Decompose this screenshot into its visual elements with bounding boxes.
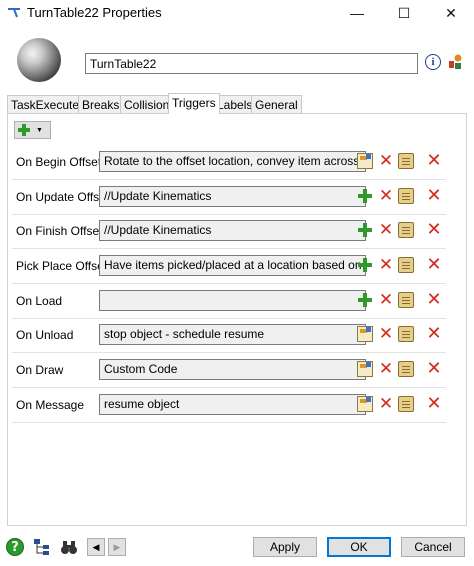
delete-icon[interactable]: ✕ — [378, 222, 394, 239]
binoculars-icon[interactable] — [60, 538, 78, 556]
code-edit-icon[interactable] — [398, 188, 414, 204]
minimize-button[interactable]: — — [334, 0, 380, 26]
object-preview-sphere — [17, 38, 61, 82]
remove-trigger-icon[interactable]: ✕ — [426, 395, 442, 413]
flexsim-app-icon — [8, 8, 20, 18]
add-icon[interactable] — [357, 292, 373, 308]
code-edit-icon[interactable] — [398, 257, 414, 273]
trigger-value-field[interactable] — [99, 290, 366, 311]
remove-trigger-icon[interactable]: ✕ — [426, 152, 442, 170]
trigger-label: On Draw — [16, 363, 64, 377]
tab-collision[interactable]: Collision — [120, 95, 174, 114]
tab-triggers[interactable]: Triggers — [168, 93, 220, 114]
window-title: TurnTable22 Properties — [27, 5, 162, 20]
delete-icon[interactable]: ✕ — [378, 361, 394, 378]
add-icon[interactable] — [357, 257, 373, 273]
delete-icon[interactable]: ✕ — [378, 292, 394, 309]
trigger-row-on-finish-offset: On Finish Offset //Update Kinematics ✕ ✕ — [12, 214, 446, 249]
trigger-value-field[interactable]: resume object — [99, 394, 366, 415]
properties-icon[interactable] — [357, 326, 373, 342]
maximize-button[interactable]: ☐ — [381, 0, 427, 26]
trigger-value-field[interactable]: //Update Kinematics — [99, 186, 366, 207]
trigger-label: On Update Offset — [16, 190, 110, 204]
remove-trigger-icon[interactable]: ✕ — [426, 360, 442, 378]
tab-breaks[interactable]: Breaks — [78, 95, 124, 114]
info-icon[interactable]: i — [425, 54, 441, 70]
delete-icon[interactable]: ✕ — [378, 188, 394, 205]
code-edit-icon[interactable] — [398, 222, 414, 238]
trigger-row-on-load: On Load ✕ ✕ — [12, 284, 446, 319]
delete-icon[interactable]: ✕ — [378, 326, 394, 343]
trigger-value-field[interactable]: Have items picked/placed at a location b… — [99, 255, 366, 276]
properties-icon[interactable] — [357, 153, 373, 169]
code-edit-icon[interactable] — [398, 361, 414, 377]
code-edit-icon[interactable] — [398, 326, 414, 342]
next-button[interactable]: ▶ — [108, 538, 126, 556]
delete-icon[interactable]: ✕ — [378, 396, 394, 413]
add-icon — [18, 124, 30, 136]
tools-icon[interactable] — [446, 53, 464, 71]
properties-icon[interactable] — [357, 396, 373, 412]
remove-trigger-icon[interactable]: ✕ — [426, 291, 442, 309]
add-icon[interactable] — [357, 188, 373, 204]
tab-taskexecuter[interactable]: TaskExecuter — [7, 95, 88, 114]
cancel-button[interactable]: Cancel — [401, 537, 465, 557]
remove-trigger-icon[interactable]: ✕ — [426, 187, 442, 205]
trigger-value-field[interactable]: stop object - schedule resume — [99, 324, 366, 345]
trigger-value-field[interactable]: //Update Kinematics — [99, 220, 366, 241]
code-edit-icon[interactable] — [398, 292, 414, 308]
delete-icon[interactable]: ✕ — [378, 153, 394, 170]
trigger-value-field[interactable]: Custom Code — [99, 359, 366, 380]
trigger-label: On Finish Offset — [16, 224, 103, 238]
help-icon[interactable]: ? — [6, 538, 24, 556]
trigger-row-on-unload: On Unload stop object - schedule resume … — [12, 318, 446, 353]
trigger-value-field[interactable]: Rotate to the offset location, convey it… — [99, 151, 366, 172]
apply-button[interactable]: Apply — [253, 537, 317, 557]
tree-view-icon[interactable] — [33, 538, 51, 556]
trigger-row-on-update-offset: On Update Offset //Update Kinematics ✕ ✕ — [12, 180, 446, 215]
object-name-field[interactable] — [85, 53, 418, 74]
trigger-label: On Unload — [16, 328, 74, 342]
ok-button[interactable]: OK — [327, 537, 391, 557]
remove-trigger-icon[interactable]: ✕ — [426, 256, 442, 274]
remove-trigger-icon[interactable]: ✕ — [426, 221, 442, 239]
remove-trigger-icon[interactable]: ✕ — [426, 325, 442, 343]
delete-icon[interactable]: ✕ — [378, 257, 394, 274]
close-button[interactable]: ✕ — [428, 0, 474, 26]
trigger-row-on-message: On Message resume object ✕ ✕ — [12, 388, 446, 423]
trigger-label: On Message — [16, 398, 85, 412]
trigger-label: On Begin Offset — [16, 155, 102, 169]
code-edit-icon[interactable] — [398, 396, 414, 412]
chevron-down-icon: ▼ — [36, 126, 43, 134]
trigger-row-on-draw: On Draw Custom Code ✕ ✕ — [12, 353, 446, 388]
add-icon[interactable] — [357, 222, 373, 238]
properties-icon[interactable] — [357, 361, 373, 377]
trigger-row-pick-place-offset: Pick Place Offset Have items picked/plac… — [12, 249, 446, 284]
add-trigger-button[interactable]: ▼ — [14, 121, 51, 139]
trigger-row-on-begin-offset: On Begin Offset Rotate to the offset loc… — [12, 145, 446, 180]
title-bar: TurnTable22 Properties — ☐ ✕ — [0, 0, 474, 26]
tab-general[interactable]: General — [251, 95, 302, 114]
trigger-label: Pick Place Offset — [16, 259, 108, 273]
trigger-label: On Load — [16, 294, 63, 308]
previous-button[interactable]: ◀ — [87, 538, 105, 556]
code-edit-icon[interactable] — [398, 153, 414, 169]
